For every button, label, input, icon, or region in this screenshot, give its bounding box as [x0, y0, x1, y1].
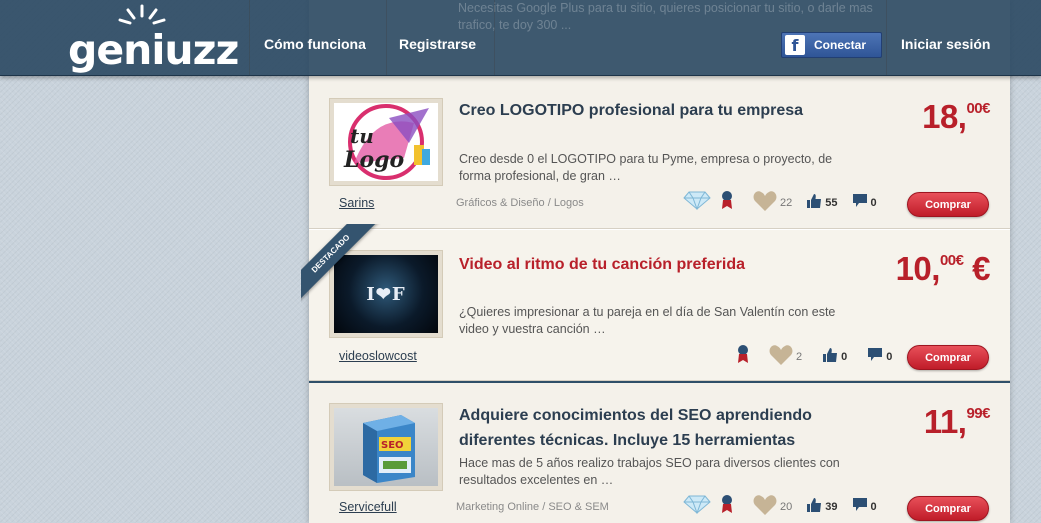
listing-price: 11,99€	[923, 403, 991, 441]
comments-count[interactable]: 0	[852, 497, 877, 516]
likes-count[interactable]: 55	[806, 193, 838, 212]
featured-badge: DESTACADO	[301, 224, 381, 304]
category-link[interactable]: Gráficos & Diseño / Logos	[456, 197, 584, 209]
award-ribbon-icon	[721, 190, 733, 215]
listing-description: ¿Quieres impresionar a tu pareja en el d…	[459, 305, 836, 336]
listing-description: Creo desde 0 el LOGOTIPO para tu Pyme, e…	[459, 152, 833, 183]
nav-login[interactable]: Iniciar sesión	[901, 36, 990, 52]
listing-item-featured: I❤F DESTACADO Video al ritmo de tu canci…	[301, 224, 1010, 381]
likes-number: 0	[841, 350, 848, 363]
svg-text:tu: tu	[350, 124, 374, 148]
facebook-connect-button[interactable]: f Conectar	[781, 32, 882, 58]
price-integer: 18,	[922, 98, 967, 135]
heart-icon	[753, 494, 777, 519]
favorites-number: 22	[780, 196, 793, 209]
listing-title[interactable]: Adquiere conocimientos del SEO aprendien…	[459, 403, 859, 453]
buy-button[interactable]: Comprar	[907, 192, 989, 217]
likes-count[interactable]: 39	[806, 497, 838, 516]
price-currency: €	[963, 250, 990, 287]
listing-title[interactable]: Creo LOGOTIPO profesional para tu empres…	[459, 98, 859, 123]
likes-count[interactable]: 0	[822, 347, 847, 366]
listing-stats: 2 0 0	[737, 344, 892, 369]
comment-icon	[867, 347, 883, 366]
listing-item: tu Logo Creo LOGOTIPO profesional para t…	[309, 76, 1010, 229]
comments-count[interactable]: 0	[867, 347, 892, 366]
likes-number: 55	[825, 196, 838, 209]
diamond-icon	[683, 494, 711, 519]
listing-column: tu Logo Creo LOGOTIPO profesional para t…	[301, 0, 1010, 523]
featured-ribbon: DESTACADO	[301, 224, 381, 304]
listing-item: SEO Adquiere conocimientos del SEO apren…	[309, 383, 1010, 523]
favorites-count[interactable]: 22	[753, 190, 792, 215]
nav-register[interactable]: Registrarse	[399, 36, 476, 52]
favorites-number: 20	[780, 500, 793, 513]
nav-divider	[249, 0, 250, 75]
site-logo[interactable]: geniuzz	[68, 4, 239, 76]
comments-number: 0	[870, 500, 877, 513]
listing-thumbnail[interactable]: tu Logo	[329, 98, 443, 186]
seller-link[interactable]: Sarins	[339, 196, 374, 210]
logo-thumbnail-art: tu Logo	[343, 104, 430, 180]
seller-link[interactable]: videoslowcost	[339, 349, 417, 363]
site-header: Necesitas Google Plus para tu sitio, qui…	[0, 0, 1041, 76]
scrolled-listing-text: Necesitas Google Plus para tu sitio, qui…	[458, 1, 873, 32]
buy-button[interactable]: Comprar	[907, 496, 989, 521]
svg-text:Logo: Logo	[343, 147, 404, 173]
category-link[interactable]: Marketing Online / SEO & SEM	[456, 501, 609, 513]
buy-button[interactable]: Comprar	[907, 345, 989, 370]
listing-description: Hace mas de 5 años realizo trabajos SEO …	[459, 456, 840, 487]
listing-price: 18,00€	[922, 98, 990, 136]
comments-count[interactable]: 0	[852, 193, 877, 212]
listing-stats: 22 55 0	[683, 190, 877, 215]
heart-icon	[753, 190, 777, 215]
thumbs-up-icon	[806, 193, 822, 212]
price-integer: 10,	[895, 250, 941, 287]
comments-number: 0	[870, 196, 877, 209]
comment-icon	[852, 193, 868, 212]
price-integer: 11,	[923, 403, 967, 440]
heart-icon	[769, 344, 793, 369]
nav-divider	[886, 0, 887, 75]
price-decimal: 00€	[939, 252, 964, 269]
listing-price: 10,00€ €	[895, 250, 991, 288]
price-decimal: 00€	[966, 100, 990, 117]
facebook-connect-label: Conectar	[814, 38, 867, 52]
seo-box-thumbnail-art: SEO	[363, 415, 415, 483]
favorites-count[interactable]: 20	[753, 494, 792, 519]
listing-stats: 20 39 0	[683, 494, 877, 519]
facebook-icon: f	[785, 35, 805, 55]
favorites-count[interactable]: 2	[769, 344, 802, 369]
diamond-icon	[683, 190, 711, 215]
nav-divider	[494, 0, 495, 75]
comments-number: 0	[886, 350, 893, 363]
logo-wordmark: geniuzz	[68, 26, 239, 74]
nav-divider	[386, 0, 387, 75]
nav-how-it-works[interactable]: Cómo funciona	[264, 36, 366, 52]
thumbs-up-icon	[822, 347, 838, 366]
listing-title[interactable]: Video al ritmo de tu canción preferida	[459, 252, 859, 277]
award-ribbon-icon	[737, 344, 749, 369]
thumbs-up-icon	[806, 497, 822, 516]
comment-icon	[852, 497, 868, 516]
listing-thumbnail[interactable]: SEO	[329, 403, 443, 491]
seller-link[interactable]: Servicefull	[339, 500, 397, 514]
award-ribbon-icon	[721, 494, 733, 519]
price-decimal: 99€	[966, 405, 990, 422]
favorites-number: 2	[796, 350, 803, 363]
likes-number: 39	[825, 500, 838, 513]
svg-text:SEO: SEO	[381, 440, 404, 451]
